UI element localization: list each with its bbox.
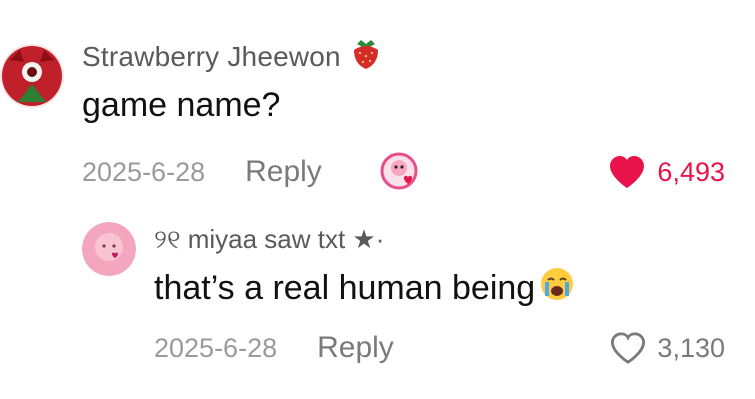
reply-item: ୨୧ miyaa saw txt ★· that’s a real human … [0, 210, 755, 399]
comment-date: 2025-6-28 [82, 156, 206, 187]
like-count: 6,493 [657, 156, 725, 187]
avatar[interactable] [82, 222, 136, 276]
like-button[interactable]: 3,130 [609, 326, 725, 370]
heart-outline-icon [611, 332, 646, 364]
like-count: 3,130 [657, 332, 725, 363]
crying-face-icon [539, 266, 575, 311]
reply-button[interactable]: Reply [317, 331, 394, 365]
heart-filled-icon [610, 156, 645, 188]
comment-author-name: Strawberry Jheewon [82, 41, 341, 72]
comment-text: game name? [82, 86, 281, 124]
gift-sticker-icon[interactable] [378, 150, 420, 192]
comment-author[interactable]: Strawberry Jheewon [82, 38, 381, 77]
reply-meta: 2025-6-28 Reply [154, 326, 394, 370]
comment-meta: 2025-6-28 Reply [82, 150, 322, 194]
strawberry-icon [351, 38, 381, 77]
reply-text-row: that’s a real human being [154, 266, 575, 311]
reply-date: 2025-6-28 [154, 332, 278, 363]
reply-text: that’s a real human being [154, 269, 536, 307]
comment-item: Strawberry Jheewon game name? 2025-6-28 … [0, 0, 755, 220]
reply-button[interactable]: Reply [245, 155, 322, 189]
reply-author[interactable]: ୨୧ miyaa saw txt ★· [154, 224, 384, 256]
avatar[interactable] [0, 44, 64, 108]
like-button[interactable]: 6,493 [607, 150, 725, 194]
